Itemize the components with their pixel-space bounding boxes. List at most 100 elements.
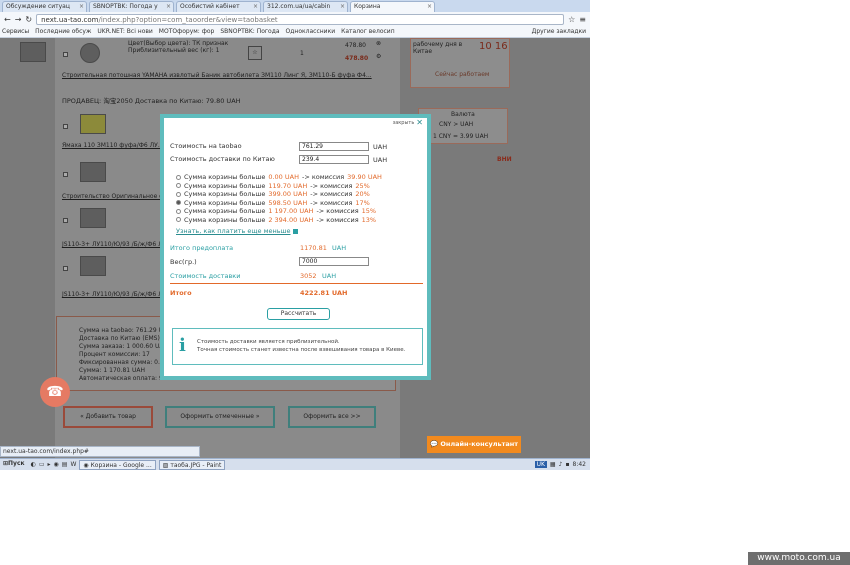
tab-basket[interactable]: Корзина × <box>350 1 435 12</box>
radio-button[interactable] <box>176 208 181 214</box>
bookmark-item[interactable]: МОТОфорум: фор <box>159 27 215 37</box>
watermark: www.moto.com.ua <box>748 552 850 565</box>
bookmark-item[interactable]: Сервисы <box>2 27 29 37</box>
back-arrow-icon[interactable]: ← <box>4 15 11 24</box>
pay-less-link[interactable]: Узнать, как платить еще меньше <box>176 227 298 235</box>
product-checkbox[interactable] <box>63 218 68 223</box>
commission-option[interactable]: Сумма корзины больше 119.70 UAH -> комисси… <box>176 182 370 190</box>
close-tab-icon[interactable]: × <box>427 2 434 12</box>
product-link[interactable]: JS110-3+ ЛУ110/Ю/93 /Б/ж/Ф6 Л... <box>62 291 168 298</box>
radio-button[interactable] <box>176 183 181 188</box>
chrome-small-icon: ◉ <box>83 461 91 469</box>
option-mid: -> комиссия <box>316 215 359 224</box>
close-tab-icon[interactable]: × <box>340 2 347 12</box>
reload-icon[interactable]: ↻ <box>25 15 32 24</box>
taskbar-item-chrome[interactable]: ◉ Корзина - Google ... <box>79 459 156 470</box>
star-icon[interactable]: ☆ <box>568 15 575 24</box>
add-item-button[interactable]: « Добавить товар <box>63 406 153 428</box>
taskbar-item-paint[interactable]: ▨ таоба.JPG - Paint <box>158 459 226 470</box>
task-label: таоба.JPG - Paint <box>170 461 222 469</box>
weight-input[interactable]: 7000 <box>299 257 369 266</box>
clock[interactable]: 8:42 <box>573 461 586 468</box>
address-bar[interactable]: next.ua-tao.com/index.php?option=com_tao… <box>36 14 565 25</box>
product-star-button[interactable]: ☆ <box>248 46 262 60</box>
prepay-value: 1170.81 <box>300 244 327 252</box>
exchange-rate: 1 CNY = 3.99 UAH <box>433 133 489 140</box>
word-icon[interactable]: W <box>70 461 76 468</box>
settings-icon[interactable]: ⚙ <box>376 53 381 60</box>
bookmark-item[interactable]: UKR.NET: Всі нови <box>97 27 152 37</box>
taobao-cost-input[interactable]: 761.29 <box>299 142 369 151</box>
prepay-label: Итого предоплата <box>170 244 234 252</box>
commission-option[interactable]: Сумма корзины больше 2 394.00 UAH -> комис… <box>176 216 376 224</box>
phone-call-icon[interactable]: ☎ <box>40 377 70 407</box>
chrome-icon[interactable]: ◉ <box>54 461 59 468</box>
doc-icon[interactable]: ▤ <box>62 461 68 468</box>
bookmark-item[interactable]: Каталог велосип <box>341 27 395 37</box>
currency-pair[interactable]: CNY > UAH <box>439 121 473 128</box>
close-button[interactable]: закрыть ✕ <box>392 119 423 127</box>
bookmark-item[interactable]: Последние обсуж <box>35 27 91 37</box>
commission-option[interactable]: Сумма корзины больше 598.50 UAH -> комисси… <box>176 199 370 207</box>
tab-discussion[interactable]: Обсуждение ситуац × <box>2 1 87 12</box>
bookmark-item[interactable]: Одноклассники <box>286 27 336 37</box>
close-label: закрыть <box>392 120 415 126</box>
tab-cabinet[interactable]: Особистий кабінет × <box>176 1 261 12</box>
close-icon[interactable]: ✕ <box>416 119 423 127</box>
language-indicator[interactable]: UK <box>534 461 547 468</box>
url-path: /index.php?option=com_taoorder&view=taob… <box>98 16 278 24</box>
tab-bar: Обсуждение ситуац × SBNOPTBK: Погода у × О… <box>0 0 590 12</box>
folder-icon[interactable]: ▭ <box>39 461 45 468</box>
tab-weather[interactable]: SBNOPTBK: Погода у × <box>89 1 174 12</box>
forward-arrow-icon[interactable]: → <box>15 15 22 24</box>
close-tab-icon[interactable]: × <box>166 2 173 12</box>
remove-icon[interactable]: ⊗ <box>376 40 381 47</box>
volume-icon[interactable]: ♪ <box>559 461 563 468</box>
online-consultant-button[interactable]: 💬 Онлайн-консультант <box>427 436 521 453</box>
radio-button[interactable] <box>176 174 181 180</box>
product-link[interactable]: Ямаха 110 ЗМ110 фуфа/Ф6 ЛУ... <box>62 142 164 149</box>
tab-label: Обсуждение ситуац <box>6 3 70 10</box>
notice-banner: ВНИ <box>497 156 512 163</box>
commission-option[interactable]: Сумма корзины больше 0.00 UAH -> комиссия 3… <box>176 173 382 181</box>
url-host: next.ua-tao.com <box>41 16 99 24</box>
order-selected-button[interactable]: Оформить отмеченные » <box>165 406 275 428</box>
bookmark-item[interactable]: SBNOPTBK: Погода <box>220 27 279 37</box>
radio-button[interactable] <box>176 217 181 222</box>
work-hours-panel: рабочему дня в Китае 10 16 Сейчас работа… <box>410 38 510 88</box>
start-button[interactable]: ⊞Пуск <box>0 459 28 470</box>
close-tab-icon[interactable]: × <box>79 2 86 12</box>
ie-icon[interactable]: ◐ <box>31 461 36 468</box>
seller-line: ПРОДАВЕЦ: 淘宝2050 Доставка по Китаю: 79.8… <box>62 97 241 105</box>
product-link[interactable]: Строительство Оригинальное ф... <box>62 193 170 200</box>
other-bookmarks[interactable]: Другие закладки <box>532 27 590 37</box>
product-image <box>80 114 106 134</box>
network-icon[interactable]: ▦ <box>550 461 556 468</box>
menu-icon[interactable]: ≡ <box>579 15 586 24</box>
product-link[interactable]: JS110-3+ ЛУ110/Ю/93 /Б/ж/Ф6 Л... <box>62 241 168 248</box>
product-checkbox[interactable] <box>63 266 68 271</box>
order-all-button[interactable]: Оформить все >> <box>288 406 376 428</box>
product-link[interactable]: Строительная потошная YAMAHA извлотый Ба… <box>62 72 372 79</box>
tray-icon[interactable]: ▪ <box>565 461 569 468</box>
product-checkbox[interactable] <box>63 124 68 129</box>
tab-312[interactable]: 312.com.ua/ua/cabin × <box>263 1 348 12</box>
divider <box>170 283 423 284</box>
option-amount: 2 394.00 UAH <box>268 215 314 224</box>
option-prefix: Сумма корзины больше <box>184 173 266 181</box>
china-shipping-input[interactable]: 239.4 <box>299 155 369 164</box>
product-checkbox[interactable] <box>63 172 68 177</box>
product-image <box>80 208 106 228</box>
radio-button[interactable] <box>176 191 181 197</box>
media-icon[interactable]: ▸ <box>48 461 51 468</box>
calculate-button[interactable]: Рассчитать <box>267 308 330 320</box>
close-tab-icon[interactable]: × <box>253 2 260 12</box>
info-box: i Стоимость доставки является приблизите… <box>172 328 423 365</box>
commission-option[interactable]: Сумма корзины больше 399.00 UAH -> комисси… <box>176 190 370 198</box>
commission-option[interactable]: Сумма корзины больше 1 197.00 UAH -> комис… <box>176 207 376 215</box>
product-checkbox[interactable] <box>63 52 68 57</box>
radio-button-selected[interactable] <box>176 200 181 205</box>
taskbar: ⊞Пуск ◐ ▭ ▸ ◉ ▤ W ◉ Корзина - Google ...… <box>0 458 590 470</box>
product-image <box>80 256 106 276</box>
currency-unit: UAH <box>322 272 337 280</box>
